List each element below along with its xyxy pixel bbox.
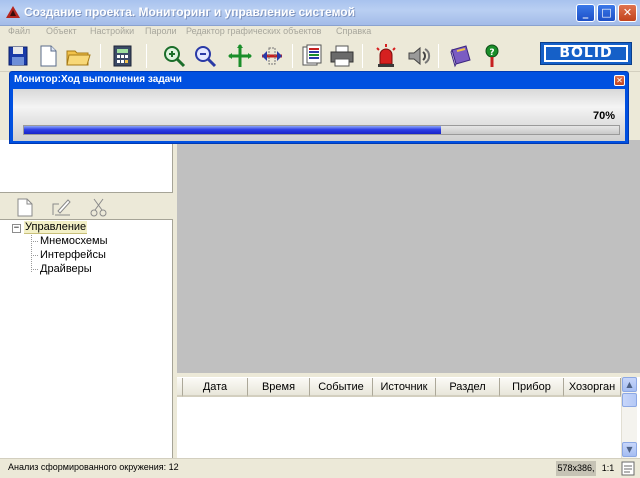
toolbar-separator — [438, 44, 439, 68]
tree-guide-line — [31, 269, 38, 270]
dialog-close-button[interactable]: ✕ — [614, 75, 625, 86]
delete-item-icon[interactable] — [88, 196, 110, 218]
scroll-up-button[interactable]: ▲ — [622, 377, 637, 392]
tree-item-management[interactable]: Управление — [24, 221, 88, 234]
zoom-selection-icon[interactable] — [258, 42, 286, 70]
column-time[interactable]: Время — [248, 378, 310, 397]
properties-panel — [0, 140, 173, 192]
tree-item-mnemoschemes[interactable]: Мнемосхемы — [40, 235, 108, 247]
zoom-readout: 1:1 — [601, 463, 615, 473]
progress-dialog: Монитор:Ход выполнения задачи ✕ 70% — [9, 71, 629, 144]
toolbar-separator — [362, 44, 363, 68]
tree-toolbar — [0, 192, 173, 220]
menu-bar: Файл Объект Настройки Пароли Редактор гр… — [0, 26, 640, 40]
minimize-button[interactable]: _ — [576, 4, 595, 22]
book-icon[interactable] — [446, 42, 474, 70]
progress-bar — [23, 125, 620, 135]
save-icon[interactable] — [4, 42, 32, 70]
column-device[interactable]: Прибор — [500, 378, 564, 397]
dialog-title[interactable]: Монитор:Ход выполнения задачи — [14, 74, 182, 85]
progress-bar-fill — [24, 126, 441, 134]
column-event[interactable]: Событие — [310, 378, 373, 397]
bolid-logo: BOLID — [540, 42, 632, 65]
toolbar-separator — [292, 44, 293, 68]
canvas-size-readout: 578x386, — [556, 461, 596, 476]
mnemoscheme-workspace[interactable] — [177, 140, 640, 377]
column-source[interactable]: Источник — [373, 378, 436, 397]
status-message: Анализ сформированного окружения: 12 — [8, 462, 179, 472]
toolbar-separator — [100, 44, 101, 68]
new-document-icon[interactable] — [34, 42, 62, 70]
scroll-down-button[interactable]: ▼ — [622, 442, 637, 457]
printer-icon[interactable] — [328, 42, 356, 70]
app-icon — [6, 6, 20, 18]
toolbar-separator — [146, 44, 147, 68]
table-vertical-scrollbar[interactable]: ▲ ▼ — [621, 377, 637, 458]
menu-settings[interactable]: Настройки — [90, 26, 134, 36]
column-date[interactable]: Дата — [183, 378, 248, 397]
notes-icon[interactable] — [620, 460, 636, 477]
menu-object[interactable]: Объект — [46, 26, 77, 36]
tree-item-drivers[interactable]: Драйверы — [40, 263, 92, 275]
tree-guide-line — [31, 255, 38, 256]
zoom-in-icon[interactable] — [160, 42, 188, 70]
speaker-icon[interactable] — [404, 42, 432, 70]
window-title: Создание проекта. Мониторинг и управлени… — [24, 5, 355, 19]
alarm-siren-icon[interactable] — [372, 42, 400, 70]
close-button[interactable]: ✕ — [618, 4, 637, 22]
event-table: Дата Время Событие Источник Раздел Прибо… — [177, 377, 640, 458]
tree-item-interfaces[interactable]: Интерфейсы — [40, 249, 106, 261]
zoom-out-icon[interactable] — [191, 42, 219, 70]
bolid-logo-text: BOLID — [544, 45, 628, 62]
menu-file[interactable]: Файл — [8, 26, 30, 36]
svg-text:?: ? — [489, 48, 494, 58]
scroll-thumb[interactable] — [622, 393, 637, 407]
help-pin-icon[interactable]: ? — [478, 42, 506, 70]
zoom-fit-icon[interactable] — [226, 42, 254, 70]
menu-passwords[interactable]: Пароли — [145, 26, 177, 36]
edit-item-icon[interactable] — [50, 196, 72, 218]
object-tree: − Управление Мнемосхемы Интерфейсы Драйв… — [0, 220, 173, 458]
dialog-body: 70% — [13, 89, 625, 141]
tree-collapse-toggle[interactable]: − — [12, 224, 21, 233]
status-bar: Анализ сформированного окружения: 12 578… — [0, 458, 640, 478]
open-folder-icon[interactable] — [64, 42, 92, 70]
documents-icon[interactable] — [298, 42, 326, 70]
menu-graphics-editor[interactable]: Редактор графических объектов — [186, 26, 321, 36]
progress-percent: 70% — [593, 110, 616, 122]
column-owner[interactable]: Хозорган — [564, 378, 621, 397]
calculator-icon[interactable] — [108, 42, 136, 70]
tree-guide-line — [31, 241, 38, 242]
new-item-icon[interactable] — [14, 196, 36, 218]
column-section[interactable]: Раздел — [436, 378, 500, 397]
menu-help[interactable]: Справка — [336, 26, 371, 36]
title-bar[interactable]: Создание проекта. Мониторинг и управлени… — [0, 0, 640, 26]
maximize-button[interactable]: □ — [597, 4, 616, 22]
